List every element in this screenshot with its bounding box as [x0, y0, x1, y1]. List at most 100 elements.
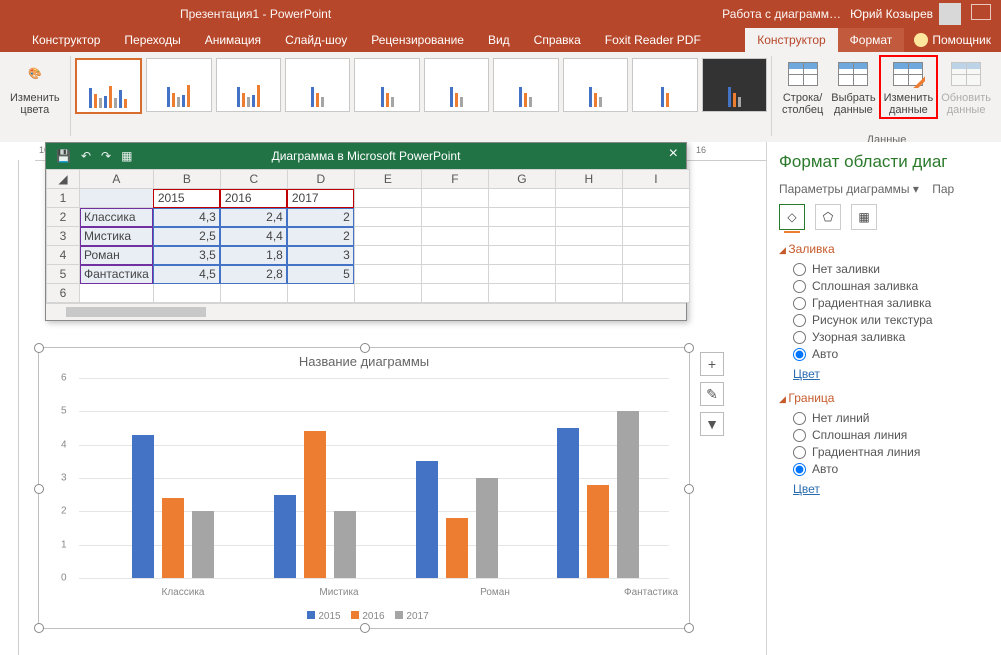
- fill-pattern-radio[interactable]: Узорная заливка: [793, 330, 989, 344]
- chart-style-thumb[interactable]: [493, 58, 558, 112]
- chart-style-thumb[interactable]: [285, 58, 350, 112]
- border-solid-radio[interactable]: Сплошная линия: [793, 428, 989, 442]
- effects-icon[interactable]: ⬠: [815, 204, 841, 230]
- cell[interactable]: [622, 265, 689, 284]
- row-header[interactable]: 6: [47, 284, 80, 303]
- cell[interactable]: [421, 265, 488, 284]
- cell[interactable]: Мистика: [80, 227, 154, 246]
- cell[interactable]: 2,4: [220, 208, 287, 227]
- cell[interactable]: [622, 284, 689, 303]
- cell[interactable]: 5: [287, 265, 354, 284]
- cell[interactable]: [622, 208, 689, 227]
- user-account[interactable]: Юрий Козырев: [850, 3, 961, 25]
- cell[interactable]: 4,3: [153, 208, 220, 227]
- cell[interactable]: [421, 189, 488, 208]
- tab-transitions[interactable]: Переходы: [112, 28, 192, 52]
- tab-help[interactable]: Справка: [522, 28, 593, 52]
- row-header[interactable]: 5: [47, 265, 80, 284]
- col-header[interactable]: A: [80, 170, 154, 189]
- chart-filters-button[interactable]: ▼: [700, 412, 724, 436]
- cell[interactable]: 2017: [287, 189, 354, 208]
- cell[interactable]: [555, 246, 622, 265]
- cell[interactable]: [354, 189, 421, 208]
- col-header[interactable]: B: [153, 170, 220, 189]
- change-colors-button[interactable]: 🎨 Изменить цвета: [6, 56, 64, 118]
- cell[interactable]: [287, 284, 354, 303]
- fill-line-icon[interactable]: ◇: [779, 204, 805, 230]
- cell[interactable]: Фантастика: [80, 265, 154, 284]
- cell[interactable]: [153, 284, 220, 303]
- fill-none-radio[interactable]: Нет заливки: [793, 262, 989, 276]
- cell[interactable]: [421, 246, 488, 265]
- undo-icon[interactable]: ↶: [81, 149, 91, 163]
- chart-styles-gallery[interactable]: [71, 52, 771, 120]
- border-none-radio[interactable]: Нет линий: [793, 411, 989, 425]
- cell[interactable]: [555, 208, 622, 227]
- edit-data-button[interactable]: Изменить данные: [880, 56, 938, 118]
- chart-legend[interactable]: 2015 2016 2017: [39, 611, 689, 622]
- tab-review[interactable]: Рецензирование: [359, 28, 476, 52]
- row-header[interactable]: 1: [47, 189, 80, 208]
- fill-gradient-radio[interactable]: Градиентная заливка: [793, 296, 989, 310]
- cell[interactable]: 2015: [153, 189, 220, 208]
- cell[interactable]: [80, 284, 154, 303]
- cell[interactable]: [622, 189, 689, 208]
- row-header[interactable]: 3: [47, 227, 80, 246]
- col-header[interactable]: E: [354, 170, 421, 189]
- tab-animations[interactable]: Анимация: [193, 28, 273, 52]
- tab-view[interactable]: Вид: [476, 28, 522, 52]
- row-header[interactable]: 4: [47, 246, 80, 265]
- cell[interactable]: 1,8: [220, 246, 287, 265]
- cell[interactable]: Классика: [80, 208, 154, 227]
- cell[interactable]: [354, 227, 421, 246]
- cell[interactable]: [421, 284, 488, 303]
- col-header[interactable]: F: [421, 170, 488, 189]
- cell[interactable]: 3,5: [153, 246, 220, 265]
- cell[interactable]: [488, 265, 555, 284]
- cell[interactable]: [354, 284, 421, 303]
- chart-plot-area[interactable]: 0123456: [79, 378, 669, 578]
- excel-titlebar[interactable]: 💾 ↶ ↷ ▦ Диаграмма в Microsoft PowerPoint…: [46, 143, 686, 169]
- cell[interactable]: [488, 208, 555, 227]
- tab-design[interactable]: Конструктор: [20, 28, 112, 52]
- chart-style-thumb[interactable]: [354, 58, 419, 112]
- chart-style-thumb[interactable]: [216, 58, 281, 112]
- cell[interactable]: [555, 265, 622, 284]
- tell-me[interactable]: Помощник: [904, 28, 1001, 52]
- fill-auto-radio[interactable]: Авто: [793, 347, 989, 361]
- fill-picture-radio[interactable]: Рисунок или текстура: [793, 313, 989, 327]
- select-data-button[interactable]: Выбрать данные: [827, 56, 879, 118]
- cell[interactable]: 2,8: [220, 265, 287, 284]
- cell[interactable]: [354, 246, 421, 265]
- cell[interactable]: [488, 227, 555, 246]
- tab-chart-format[interactable]: Формат: [838, 28, 905, 52]
- cell[interactable]: [622, 227, 689, 246]
- tab-chart-design[interactable]: Конструктор: [745, 28, 837, 52]
- section-border[interactable]: Граница: [779, 391, 989, 405]
- cell[interactable]: 3: [287, 246, 354, 265]
- cell[interactable]: 2: [287, 208, 354, 227]
- cell[interactable]: [488, 284, 555, 303]
- cell[interactable]: [421, 208, 488, 227]
- cell[interactable]: 2016: [220, 189, 287, 208]
- table-icon[interactable]: ▦: [121, 149, 132, 163]
- chart-style-thumb[interactable]: [702, 58, 767, 112]
- cell[interactable]: [80, 189, 154, 208]
- cell[interactable]: [488, 246, 555, 265]
- cell[interactable]: 4,4: [220, 227, 287, 246]
- tab-foxit[interactable]: Foxit Reader PDF: [593, 28, 713, 52]
- cell[interactable]: Роман: [80, 246, 154, 265]
- fill-color-link[interactable]: Цвет: [793, 367, 989, 381]
- cell[interactable]: [354, 265, 421, 284]
- chart-styles-button[interactable]: ✎: [700, 382, 724, 406]
- col-header[interactable]: H: [555, 170, 622, 189]
- border-color-link[interactable]: Цвет: [793, 482, 989, 496]
- cell[interactable]: [421, 227, 488, 246]
- fill-solid-radio[interactable]: Сплошная заливка: [793, 279, 989, 293]
- chart-style-thumb[interactable]: [563, 58, 628, 112]
- cell[interactable]: [555, 227, 622, 246]
- chart-style-thumb[interactable]: [146, 58, 211, 112]
- size-properties-icon[interactable]: ▦: [851, 204, 877, 230]
- cell[interactable]: 2,5: [153, 227, 220, 246]
- cell[interactable]: [555, 189, 622, 208]
